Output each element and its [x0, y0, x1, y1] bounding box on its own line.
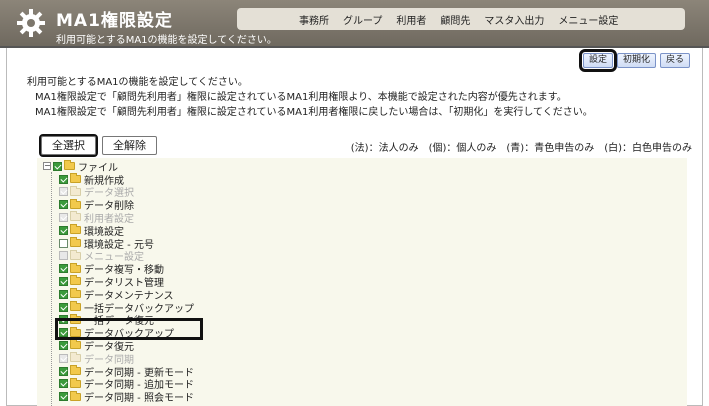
description-line: MA1権限設定で「顧問先利用者」権限に設定されているMA1利用権限より、本機能で…	[35, 92, 567, 103]
permission-tree: − ファイル 新規作成 データ選択 データ削除 利用者設定 環境設定 環境設定 - 元号メ…	[37, 158, 687, 406]
reset-button[interactable]: 初期化	[616, 53, 656, 68]
item-checkbox[interactable]	[59, 302, 68, 312]
gear-icon	[17, 9, 45, 37]
deselect-all-button[interactable]: 全解除	[102, 136, 157, 155]
tree-item[interactable]: データ複写・移動	[59, 262, 164, 276]
nav-office[interactable]: 事務所	[299, 12, 329, 27]
folder-icon	[70, 185, 81, 196]
folder-icon	[70, 224, 81, 235]
legend: (法)：法人のみ (個)：個人のみ (青)：青色申告のみ (白)：白色申告のみ	[350, 143, 692, 154]
item-checkbox[interactable]	[59, 225, 68, 235]
item-checkbox[interactable]	[59, 212, 68, 222]
page-title: MA1権限設定	[56, 11, 173, 31]
item-checkbox[interactable]	[59, 392, 68, 402]
item-checkbox[interactable]	[59, 366, 68, 376]
tree-item[interactable]: データ同期 - 更新モード	[59, 365, 194, 379]
tree-item[interactable]: データメンテナンス	[59, 288, 174, 302]
settings-button[interactable]: 設定	[578, 49, 617, 72]
item-checkbox[interactable]	[59, 238, 68, 248]
root-checkbox[interactable]	[53, 161, 62, 171]
tree-item[interactable]: データ同期 - 照会モード	[59, 390, 194, 405]
toolbar: 設定 初期化 戻る	[578, 49, 690, 72]
nav-client[interactable]: 顧問先	[440, 12, 470, 27]
tree-root: − ファイル	[43, 160, 118, 174]
collapse-icon[interactable]: −	[43, 162, 51, 170]
folder-icon	[70, 377, 81, 388]
item-checkbox[interactable]	[59, 200, 68, 210]
tree-item[interactable]: データ同期 - 追加モード	[59, 377, 194, 391]
nav-user[interactable]: 利用者	[396, 12, 426, 27]
item-checkbox[interactable]	[59, 264, 68, 274]
nav-group[interactable]: グループ	[343, 12, 382, 27]
top-nav: 事務所 グループ 利用者 顧問先 マスタ入出力 メニュー設定	[237, 8, 685, 30]
tree-item[interactable]: データ削除	[59, 198, 134, 212]
folder-icon	[70, 275, 81, 286]
folder-icon	[70, 288, 81, 299]
folder-icon	[70, 198, 81, 209]
main-panel: 設定 初期化 戻る 利用可能とするMA1の機能を設定してください。 MA1権限設…	[6, 48, 703, 406]
folder-icon	[64, 160, 75, 170]
tree-item[interactable]: 利用者設定	[59, 211, 134, 225]
folder-icon	[70, 390, 81, 401]
tree-item[interactable]: データ選択	[59, 185, 134, 199]
tree-item[interactable]: 環境設定 - 元号	[59, 237, 154, 251]
folder-icon	[70, 262, 81, 273]
highlight-box	[55, 318, 203, 340]
nav-master-io[interactable]: マスタ入出力	[484, 12, 544, 27]
tree-item-label: データ同期 - 照会モード	[84, 393, 194, 405]
folder-icon	[70, 211, 81, 222]
item-checkbox[interactable]	[59, 187, 68, 197]
tree-guide-line	[51, 172, 52, 406]
back-button[interactable]: 戻る	[659, 53, 690, 68]
folder-icon	[70, 339, 81, 350]
item-checkbox[interactable]	[59, 276, 68, 286]
item-checkbox[interactable]	[59, 174, 68, 184]
nav-menu-settings[interactable]: メニュー設定	[558, 12, 618, 27]
tree-item[interactable]: 一括データバックアップ	[59, 301, 194, 315]
tree-item[interactable]: データ復元	[59, 339, 134, 353]
tree-item[interactable]: データ同期	[59, 352, 134, 366]
folder-icon	[70, 249, 81, 260]
description-line: MA1権限設定で「顧問先利用者」権限に設定されているMA1利用者権限に戻したい場…	[35, 107, 593, 118]
select-all-button[interactable]: 全選択	[39, 134, 98, 157]
item-checkbox[interactable]	[59, 251, 68, 261]
app-header: MA1権限設定 利用可能とするMA1の機能を設定してください。 事務所 グループ…	[0, 0, 709, 48]
folder-icon	[70, 365, 81, 375]
selection-buttons: 全選択 全解除	[39, 134, 157, 157]
folder-icon	[70, 237, 81, 247]
item-checkbox[interactable]	[59, 353, 68, 363]
description-line: 利用可能とするMA1の機能を設定してください。	[27, 77, 248, 88]
item-checkbox[interactable]	[59, 379, 68, 389]
page-subtitle: 利用可能とするMA1の機能を設定してください。	[56, 35, 277, 46]
tree-item[interactable]: データリスト管理	[59, 275, 164, 289]
tree-item[interactable]: 新規作成	[59, 173, 124, 187]
item-checkbox[interactable]	[59, 340, 68, 350]
description: 利用可能とするMA1の機能を設定してください。 MA1権限設定で「顧問先利用者」…	[27, 75, 593, 120]
tree-item[interactable]: 環境設定	[59, 224, 124, 238]
tree-item[interactable]: メニュー設定	[59, 249, 144, 263]
folder-icon	[70, 301, 81, 311]
folder-icon	[70, 173, 81, 183]
item-checkbox[interactable]	[59, 289, 68, 299]
folder-icon	[70, 352, 81, 363]
